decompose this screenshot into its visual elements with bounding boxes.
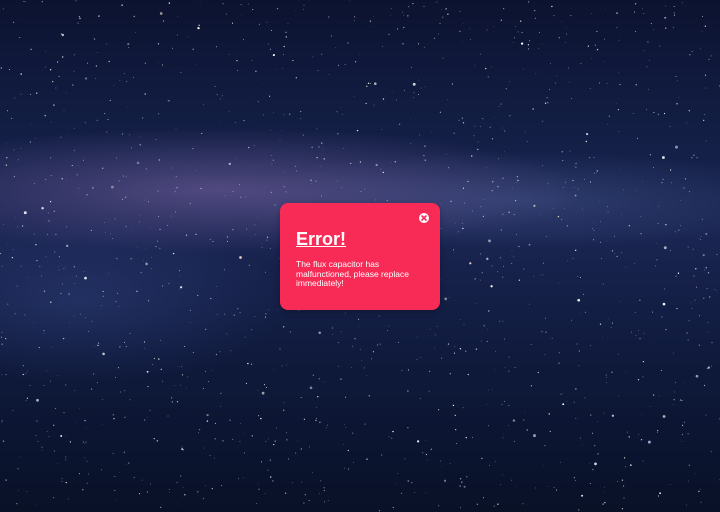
error-dialog: Error! The flux capacitor has malfunctio…: [280, 203, 440, 310]
error-message: The flux capacitor has malfunctioned, pl…: [296, 259, 409, 288]
close-button[interactable]: [419, 213, 429, 223]
close-icon: [421, 215, 427, 221]
error-title: Error!: [296, 229, 347, 249]
